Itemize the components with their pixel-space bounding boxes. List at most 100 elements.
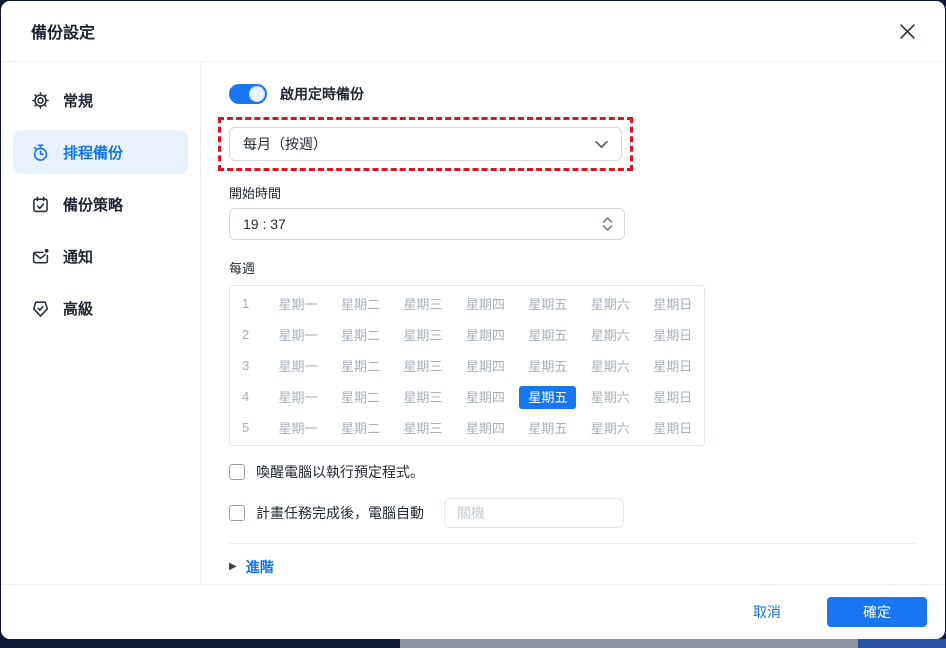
- week-day-cell[interactable]: 星期四: [454, 356, 516, 375]
- selected-day-pill: 星期五: [519, 386, 577, 409]
- week-grid: 1 星期一 星期二 星期三 星期四 星期五 星期六 星期日 2 星期一 星期二 星期三 星期四 星期五 星期…: [229, 285, 705, 446]
- week-day-cell[interactable]: 星期日: [642, 356, 704, 375]
- week-row-number: 4: [242, 389, 250, 404]
- wake-computer-checkbox[interactable]: [229, 464, 245, 480]
- stopwatch-icon: [31, 143, 50, 162]
- week-day-cell[interactable]: 星期一: [267, 294, 329, 313]
- sidebar-item-label: 排程備份: [63, 144, 124, 162]
- scheduled-backup-panel: 啟用定時備份 每月（按週） 開始時間 19 : 37 每週 1 星期一 星期二 …: [201, 62, 945, 584]
- week-row-number: 3: [242, 358, 250, 373]
- week-day-cell[interactable]: 星期三: [392, 294, 454, 313]
- week-day-cell[interactable]: 星期四: [454, 325, 516, 344]
- week-row-number: 1: [242, 296, 250, 311]
- enable-schedule-row: 啟用定時備份: [229, 84, 917, 104]
- toggle-knob: [249, 86, 265, 102]
- week-day-cell[interactable]: 星期日: [642, 294, 704, 313]
- week-row: 5 星期一 星期二 星期三 星期四 星期五 星期六 星期日: [230, 412, 704, 443]
- dialog-header: 備份設定: [1, 1, 945, 62]
- background-window-edge-blue: [858, 639, 946, 648]
- advanced-label: 進階: [245, 559, 274, 575]
- week-day-cell[interactable]: 星期五: [517, 294, 579, 313]
- week-day-cell[interactable]: 星期二: [329, 418, 391, 437]
- dialog-body: 常規 排程備份 備份策略 通知 高級 啟用定時備份 每月（按週） 開始時間 19…: [1, 62, 945, 584]
- triangle-right-icon: ▶: [229, 561, 237, 572]
- week-day-cell[interactable]: 星期日: [642, 418, 704, 437]
- week-row: 3 星期一 星期二 星期三 星期四 星期五 星期六 星期日: [230, 350, 704, 381]
- week-day-cell[interactable]: 星期一: [267, 356, 329, 375]
- week-day-cell[interactable]: 星期二: [329, 387, 391, 406]
- start-time-label: 開始時間: [229, 186, 282, 201]
- chevron-down-icon: [602, 225, 613, 231]
- week-day-cell[interactable]: 星期二: [329, 356, 391, 375]
- week-day-cell[interactable]: 星期五: [517, 356, 579, 375]
- wake-computer-row: 喚醒電腦以執行預定程式。: [229, 462, 917, 482]
- week-row: 2 星期一 星期二 星期三 星期四 星期五 星期六 星期日: [230, 319, 704, 350]
- week-day-cell[interactable]: 星期日: [642, 387, 704, 406]
- chevron-down-icon: [595, 140, 608, 149]
- week-day-cell[interactable]: 星期四: [454, 387, 516, 406]
- week-day-cell[interactable]: 星期五: [517, 386, 579, 409]
- auto-action-checkbox[interactable]: [229, 505, 245, 521]
- week-day-cell[interactable]: 星期四: [454, 294, 516, 313]
- week-day-cell[interactable]: 星期二: [329, 294, 391, 313]
- sidebar-item-general[interactable]: 常規: [13, 78, 188, 122]
- frequency-select[interactable]: 每月（按週）: [229, 127, 622, 161]
- week-day-cell[interactable]: 星期四: [454, 418, 516, 437]
- week-day-cell[interactable]: 星期六: [579, 387, 641, 406]
- dialog-title: 備份設定: [31, 25, 96, 42]
- week-day-cell[interactable]: 星期五: [517, 418, 579, 437]
- week-row-number: 5: [242, 420, 250, 435]
- auto-action-row: 計畫任務完成後，電腦自動 關機: [229, 498, 917, 528]
- week-day-cell[interactable]: 星期三: [392, 418, 454, 437]
- advanced-expander[interactable]: ▶ 進階: [229, 557, 917, 577]
- ok-button[interactable]: 確定: [827, 597, 927, 627]
- week-day-cell[interactable]: 星期六: [579, 325, 641, 344]
- sidebar-item-label: 常規: [63, 92, 94, 110]
- auto-action-input[interactable]: 關機: [444, 498, 624, 528]
- close-icon: [899, 23, 915, 39]
- week-row-number: 2: [242, 327, 250, 342]
- gear-icon: [31, 91, 50, 110]
- week-day-cell[interactable]: 星期一: [267, 325, 329, 344]
- week-day-cell[interactable]: 星期二: [329, 325, 391, 344]
- week-day-cell[interactable]: 星期三: [392, 325, 454, 344]
- sidebar-item-label: 高級: [63, 300, 94, 318]
- chevron-up-icon: [602, 217, 613, 223]
- auto-action-label: 計畫任務完成後，電腦自動: [256, 505, 424, 521]
- highlighted-region: 每月（按週）: [218, 117, 633, 171]
- sidebar-item-notifications[interactable]: 通知: [13, 234, 188, 278]
- week-day-cell[interactable]: 星期五: [517, 325, 579, 344]
- start-time-input[interactable]: 19 : 37: [229, 208, 625, 240]
- dialog-footer: 取消 確定: [1, 584, 945, 639]
- week-day-cell[interactable]: 星期三: [392, 387, 454, 406]
- week-day-cell[interactable]: 星期一: [267, 418, 329, 437]
- week-day-cell[interactable]: 星期六: [579, 294, 641, 313]
- auto-action-placeholder: 關機: [457, 505, 485, 521]
- week-day-cell[interactable]: 星期日: [642, 325, 704, 344]
- week-row: 4 星期一 星期二 星期三 星期四 星期五 星期六 星期日: [230, 381, 704, 412]
- background-window-edge-gray: [400, 639, 858, 648]
- week-day-cell[interactable]: 星期六: [579, 356, 641, 375]
- sidebar-item-advanced[interactable]: 高級: [13, 286, 188, 330]
- enable-schedule-label: 啟用定時備份: [280, 86, 364, 102]
- cancel-button[interactable]: 取消: [753, 602, 781, 622]
- week-day-cell[interactable]: 星期六: [579, 418, 641, 437]
- sidebar-item-label: 通知: [63, 248, 94, 266]
- sidebar-item-scheduled-backup[interactable]: 排程備份: [13, 130, 188, 174]
- week-day-cell[interactable]: 星期一: [267, 387, 329, 406]
- weekly-label: 每週: [229, 261, 256, 276]
- close-button[interactable]: [894, 18, 920, 44]
- section-divider: [229, 543, 917, 544]
- week-day-cell[interactable]: 星期三: [392, 356, 454, 375]
- sidebar-item-backup-strategy[interactable]: 備份策略: [13, 182, 188, 226]
- sidebar-item-label: 備份策略: [63, 196, 124, 214]
- wake-computer-label: 喚醒電腦以執行預定程式。: [256, 464, 424, 480]
- sidebar: 常規 排程備份 備份策略 通知 高級: [1, 62, 201, 584]
- frequency-select-value: 每月（按週）: [243, 136, 327, 152]
- time-stepper[interactable]: [602, 217, 613, 231]
- badge-check-icon: [31, 299, 50, 318]
- calendar-check-icon: [31, 195, 50, 214]
- enable-schedule-toggle[interactable]: [229, 84, 267, 104]
- mail-notification-icon: [31, 247, 50, 266]
- start-time-value: 19 : 37: [243, 216, 286, 232]
